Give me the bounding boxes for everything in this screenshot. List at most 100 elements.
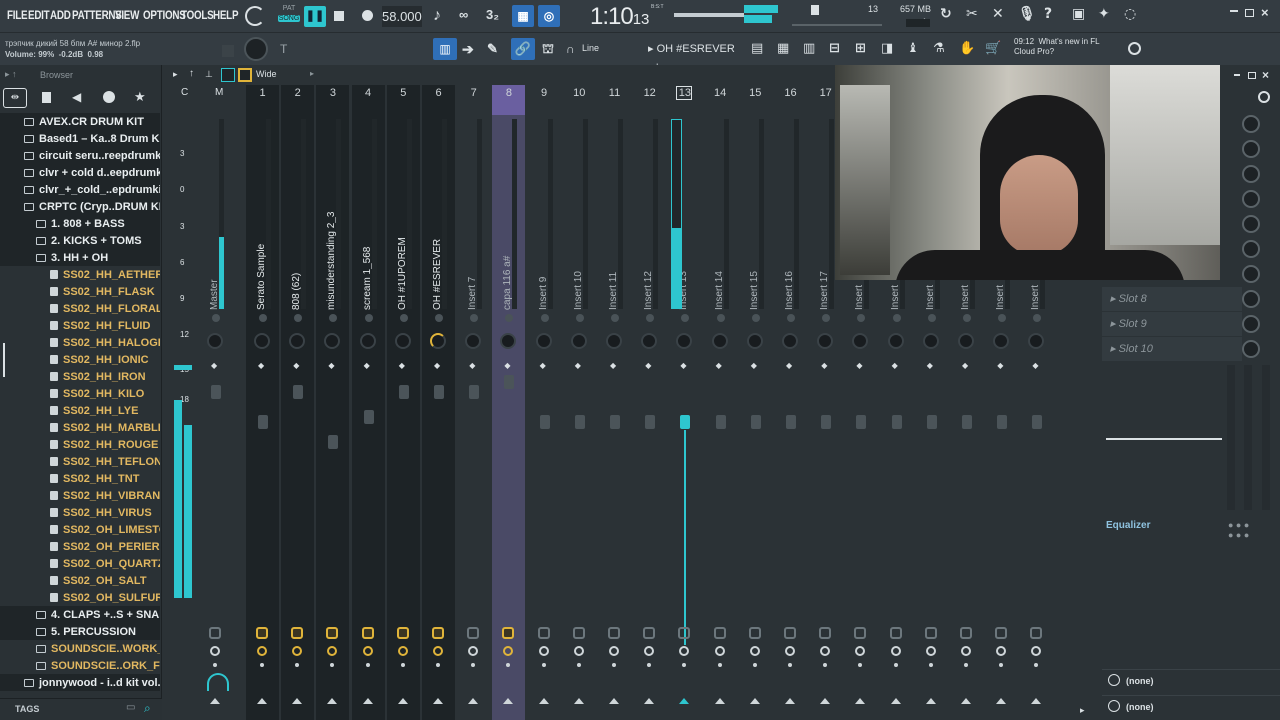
typing-keyboard-icon[interactable]: ▦ xyxy=(512,5,534,27)
mic-icon[interactable]: 🎙 xyxy=(1018,6,1036,22)
stereo-knob[interactable] xyxy=(1028,333,1045,349)
mute-indicator[interactable] xyxy=(213,663,217,667)
slot-mix-knob[interactable] xyxy=(1242,265,1260,283)
route-to-master-toggle[interactable] xyxy=(960,627,972,639)
stereo-knob[interactable] xyxy=(465,333,482,349)
swap-arrows-icon[interactable]: ◆ xyxy=(399,361,405,370)
save-icon[interactable]: ▣ xyxy=(1072,6,1085,22)
browser-file-item[interactable]: SS02_HH_IRON xyxy=(0,368,160,385)
browser-folder-item[interactable]: circuit seru..reepdrumkits xyxy=(0,147,160,164)
stereo-knob[interactable] xyxy=(535,333,552,349)
swap-arrows-icon[interactable]: ◆ xyxy=(821,361,827,370)
record-countdown-icon[interactable] xyxy=(245,6,265,26)
mixer-arrow-icon[interactable]: ↑ xyxy=(189,68,194,79)
minimize-button[interactable] xyxy=(1230,10,1238,12)
send-icon[interactable] xyxy=(820,646,831,656)
route-to-master-toggle[interactable] xyxy=(1030,627,1043,639)
mute-indicator[interactable] xyxy=(436,663,440,667)
magnet-icon[interactable]: ∩ xyxy=(566,42,575,56)
link-arrow-icon[interactable] xyxy=(961,698,971,704)
plugin-icon[interactable]: ✦ xyxy=(1098,6,1110,22)
eq-fader-2[interactable] xyxy=(1244,365,1252,510)
volume-fader[interactable] xyxy=(645,415,656,429)
slot-mix-knob[interactable] xyxy=(1242,190,1260,208)
mixer-strip[interactable]: 3 misunderstanding 2_3 ◆ xyxy=(316,85,350,720)
pan-indicator[interactable] xyxy=(963,314,971,322)
mute-indicator[interactable] xyxy=(576,663,581,667)
tools-icon[interactable]: ⚗ xyxy=(933,41,945,56)
stereo-knob[interactable] xyxy=(394,333,411,349)
link-arrow-icon[interactable] xyxy=(996,698,1007,704)
view-mode-arrow-icon[interactable]: ▸ xyxy=(310,69,314,78)
slot-8[interactable]: ▸ Slot 8 xyxy=(1102,287,1242,311)
swap-arrows-icon[interactable]: ◆ xyxy=(364,361,370,370)
route-to-master-toggle[interactable] xyxy=(537,627,550,639)
browser-file-item[interactable]: SS02_OH_SULFUR xyxy=(0,589,160,606)
browser-folder-item[interactable]: 2. KICKS + TOMS xyxy=(0,232,160,249)
volume-fader[interactable] xyxy=(926,415,937,429)
volume-fader[interactable] xyxy=(398,385,409,399)
browser-file-item[interactable]: SS02_HH_MARBLE xyxy=(0,419,160,436)
send-icon[interactable] xyxy=(961,646,971,656)
browser-file-item[interactable]: SS02_OH_SALT xyxy=(0,572,160,589)
swap-arrows-icon[interactable]: ◆ xyxy=(504,361,510,370)
link-arrow-icon[interactable] xyxy=(785,698,795,704)
plugin-picker-icon[interactable]: ♝ xyxy=(907,41,919,56)
pan-indicator[interactable] xyxy=(470,314,479,322)
route-to-master-toggle[interactable] xyxy=(924,627,937,639)
send-icon[interactable] xyxy=(749,646,760,656)
view-mode-label[interactable]: Wide xyxy=(256,69,277,79)
volume-fader[interactable] xyxy=(786,415,796,429)
swap-arrows-icon[interactable]: ◆ xyxy=(434,361,440,370)
swap-arrows-icon[interactable]: ◆ xyxy=(751,361,757,370)
folder-icon[interactable]: ▭ xyxy=(126,702,135,713)
stereo-knob[interactable] xyxy=(606,333,622,349)
mixer-strip[interactable]: 10 Insert 10 ◆ xyxy=(563,85,596,720)
route-to-master-toggle[interactable] xyxy=(572,627,585,639)
pan-indicator[interactable] xyxy=(646,314,655,322)
globe-icon[interactable] xyxy=(1128,42,1141,55)
send-icon[interactable] xyxy=(996,646,1007,656)
browser-folder-item[interactable]: 5. PERCUSSION xyxy=(0,623,160,640)
route-to-master-toggle[interactable] xyxy=(678,627,691,639)
slot-mix-knob[interactable] xyxy=(1242,165,1260,183)
pan-indicator[interactable] xyxy=(716,314,725,322)
pan-indicator[interactable] xyxy=(857,314,866,322)
route-to-master-toggle[interactable] xyxy=(467,627,480,639)
volume-fader[interactable] xyxy=(469,385,480,399)
browser-sound-icon[interactable] xyxy=(103,91,115,103)
volume-fader[interactable] xyxy=(539,415,550,429)
stereo-knob[interactable] xyxy=(641,333,658,349)
mute-indicator[interactable] xyxy=(682,663,687,667)
pan-indicator[interactable] xyxy=(329,314,338,322)
mixer-strip-icon[interactable]: ▤ xyxy=(751,41,763,56)
stereo-knob[interactable] xyxy=(993,333,1010,349)
send-icon[interactable] xyxy=(362,646,373,656)
search-icon[interactable]: ⌕ xyxy=(144,701,151,716)
browser-file-item[interactable]: SS02_HH_LYE xyxy=(0,402,160,419)
master-volume-handle[interactable] xyxy=(811,5,819,15)
snap-select[interactable]: Line xyxy=(582,43,630,53)
browser-folder-item[interactable]: clvr + cold d..eepdrumkits xyxy=(0,164,160,181)
output-select-1[interactable]: (none) xyxy=(1102,669,1280,693)
pan-indicator[interactable] xyxy=(435,314,443,322)
mute-indicator[interactable] xyxy=(506,663,511,667)
pan-indicator[interactable] xyxy=(892,314,901,322)
swap-arrows-icon[interactable]: ◆ xyxy=(997,361,1003,370)
browser-file-item[interactable]: SS02_HH_VIBRANT xyxy=(0,487,160,504)
pan-indicator[interactable] xyxy=(212,314,220,322)
stop-button[interactable] xyxy=(334,11,344,21)
browser-folder-item[interactable]: clvr_+_cold_..epdrumkits xyxy=(0,181,160,198)
mute-indicator[interactable] xyxy=(752,663,757,667)
send-icon[interactable] xyxy=(503,646,514,656)
touch-icon[interactable]: ✋ xyxy=(959,41,975,56)
browser-file-item[interactable]: SS02_HH_KILO xyxy=(0,385,160,402)
master-pitch-slider[interactable] xyxy=(792,24,882,26)
send-icon[interactable] xyxy=(210,646,220,656)
link-arrow-icon[interactable] xyxy=(257,698,267,704)
browser-all-icon[interactable]: ⇹ xyxy=(3,88,27,108)
stereo-knob[interactable] xyxy=(746,333,763,349)
link-arrow-icon[interactable] xyxy=(714,698,725,704)
send-icon[interactable] xyxy=(679,646,690,656)
browser-file-item[interactable]: SS02_HH_VIRUS xyxy=(0,504,160,521)
